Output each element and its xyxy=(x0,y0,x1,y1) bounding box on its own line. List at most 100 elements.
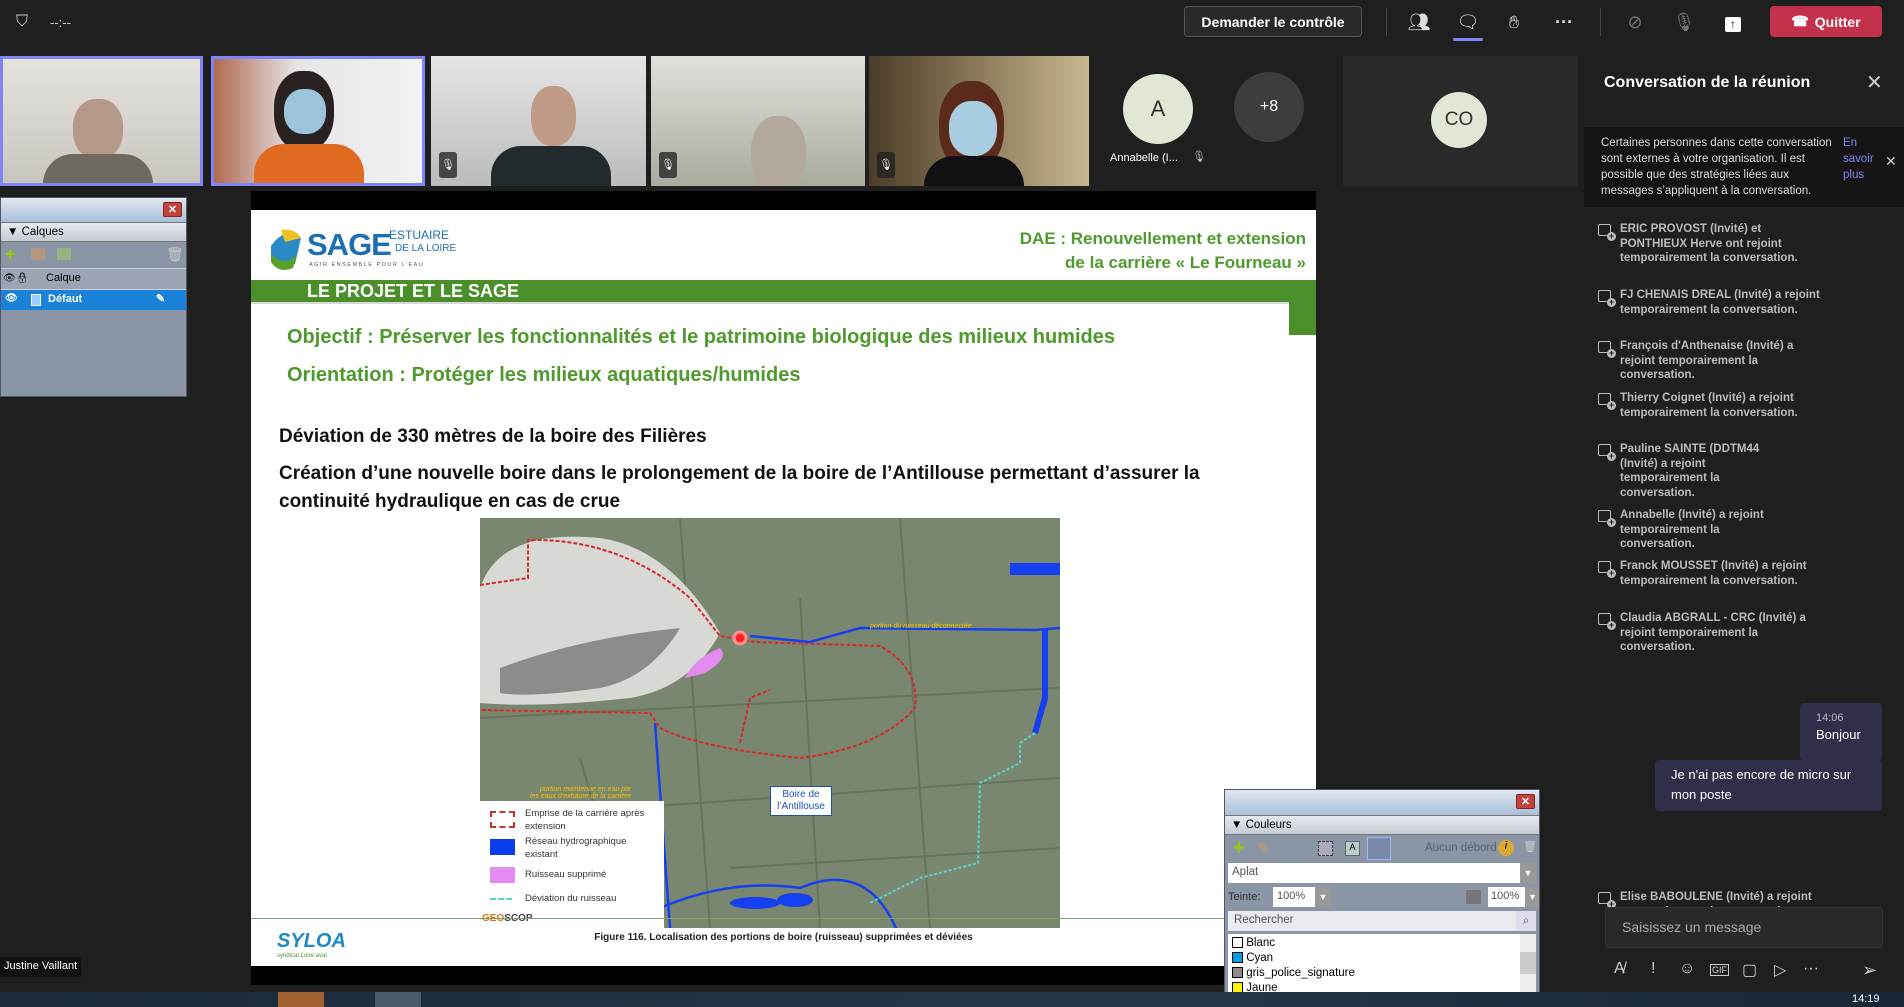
scrollbar[interactable] xyxy=(1520,934,1536,994)
logo-text: ESTUAIRE xyxy=(389,228,450,242)
overprint-label: Aucun débord xyxy=(1425,842,1497,854)
syloa-logo: SYLOA xyxy=(277,930,346,952)
logo-text: SAGE xyxy=(307,227,392,262)
system-message: Franck MOUSSET (Invité) a rejoint tempor… xyxy=(1598,559,1820,588)
taskbar-app[interactable] xyxy=(375,992,421,1007)
taskbar: 14:19 xyxy=(0,992,1904,1007)
more-icon[interactable]: ··· xyxy=(1551,10,1577,34)
tint-input[interactable]: 100% xyxy=(1273,887,1315,907)
add-swatch-icon[interactable]: + xyxy=(1233,837,1245,860)
presenter-name: Justine Vaillant xyxy=(0,957,82,977)
video-tile[interactable]: 🎙︎ xyxy=(651,56,865,186)
join-icon xyxy=(1598,510,1616,527)
slide-header: DAE : Renouvellement et extension de la c… xyxy=(1019,229,1306,272)
mic-off-icon: 🎙︎ xyxy=(877,152,895,178)
text-color-icon[interactable]: A xyxy=(1345,841,1360,856)
column-header: Calque xyxy=(46,272,81,284)
layers-panel: ✕ ▼ Calques + 🗑︎ 👁︎🔒︎ Calque 👁︎ Défaut ✎ xyxy=(0,197,187,397)
more-participants-button[interactable]: +8 xyxy=(1234,72,1304,142)
join-icon xyxy=(1598,290,1616,307)
logo-text: DE LA LOIRE xyxy=(395,243,457,254)
chevron-down-icon[interactable]: ▼ xyxy=(1315,887,1331,907)
swatch-item[interactable]: Cyan xyxy=(1232,951,1355,966)
merge-layer-icon[interactable] xyxy=(57,248,71,260)
gif-icon[interactable]: GIF xyxy=(1710,964,1729,976)
format-icon[interactable]: A̸ xyxy=(1614,960,1625,978)
swatch-list: Blanc Cyan gris_police_signature Jaune xyxy=(1228,934,1536,994)
map-label: portion du ruisseau déconnectée xyxy=(870,623,972,630)
video-tile[interactable]: CO xyxy=(1343,56,1578,186)
join-icon xyxy=(1598,224,1616,241)
learn-more-link[interactable]: En savoir plus xyxy=(1843,135,1877,183)
reactions-icon[interactable]: ✋︎ xyxy=(1501,10,1527,34)
info-icon[interactable]: i xyxy=(1498,840,1514,856)
video-tile[interactable]: 🎙︎ xyxy=(431,56,646,186)
join-icon xyxy=(1598,444,1616,461)
close-icon[interactable]: ✕ xyxy=(1516,794,1535,809)
search-icon: ⌕ xyxy=(1516,911,1536,931)
slide-title: LE PROJET ET LE SAGE xyxy=(307,281,520,301)
swatch-item[interactable]: gris_police_signature xyxy=(1232,966,1355,981)
avatar: CO xyxy=(1431,92,1487,148)
taskbar-app[interactable] xyxy=(278,992,324,1007)
pencil-icon[interactable]: ✎ xyxy=(1257,839,1270,857)
quit-button[interactable]: ☎︎ Quitter xyxy=(1770,6,1882,37)
trash-icon[interactable]: 🗑︎ xyxy=(166,246,184,263)
share-icon[interactable]: ↑ xyxy=(1720,10,1746,34)
send-icon[interactable]: ➢ xyxy=(1862,960,1877,981)
swatch-item[interactable]: Blanc xyxy=(1232,936,1355,951)
video-tile[interactable]: 🎙︎ xyxy=(869,56,1089,186)
people-icon[interactable]: 👥︎ xyxy=(1406,10,1432,34)
quit-label: Quitter xyxy=(1814,13,1861,30)
bullet-text: Déviation de 330 mètres de la boire des … xyxy=(279,426,707,447)
camera-off-icon[interactable]: ⊘ xyxy=(1622,10,1648,34)
syloa-logo-sub: syndicat Loire aval xyxy=(277,953,327,959)
important-icon[interactable]: ! xyxy=(1651,960,1655,978)
sticker-icon[interactable]: ▢ xyxy=(1742,960,1757,980)
meeting-chat-panel: Conversation de la réunion ✕ Certaines p… xyxy=(1584,56,1904,992)
meet-now-icon[interactable]: ▷ xyxy=(1774,960,1786,980)
emoji-icon[interactable]: ☺ xyxy=(1679,960,1695,978)
close-icon[interactable]: ✕ xyxy=(163,202,182,217)
panel-header[interactable]: ▼ Couleurs xyxy=(1225,815,1539,835)
avatar[interactable]: A xyxy=(1123,74,1193,144)
mic-off-icon: 🎙︎ xyxy=(439,152,457,178)
system-message: Claudia ABGRALL - CRC (Invité) a rejoint… xyxy=(1598,611,1820,655)
chevron-down-icon[interactable]: ▼ xyxy=(1525,887,1539,907)
map-figure: portion du ruisseau déconnectée portion … xyxy=(480,518,1060,928)
system-message: François d'Anthenaise (Invité) a rejoint… xyxy=(1598,339,1820,383)
panel-header[interactable]: ▼ Calques xyxy=(1,222,186,242)
duplicate-layer-icon[interactable] xyxy=(31,248,45,260)
chat-message[interactable]: Je n'ai pas encore de micro sur mon post… xyxy=(1655,760,1882,811)
map-label: portion maintenue en eau par les eaux d'e… xyxy=(530,786,632,800)
join-icon xyxy=(1598,892,1616,909)
trash-icon[interactable]: 🗑︎ xyxy=(1523,840,1537,853)
stroke-icon[interactable] xyxy=(1367,837,1391,860)
system-message: Thierry Coignet (Invité) a rejoint tempo… xyxy=(1598,391,1820,420)
eye-icon[interactable]: 👁︎ xyxy=(5,293,18,304)
add-layer-icon[interactable]: + xyxy=(5,244,16,265)
swatch-search-input[interactable]: Rechercher ⌕ xyxy=(1228,911,1536,931)
logo-text: AGIR ENSEMBLE POUR L'EAU xyxy=(309,262,425,268)
system-message: Annabelle (Invité) a rejoint temporairem… xyxy=(1598,508,1785,552)
request-control-button[interactable]: Demander le contrôle xyxy=(1184,6,1362,37)
video-tile[interactable] xyxy=(211,56,425,186)
swatches-panel: ✕ ▼ Couleurs + ✎ A Aucun débord i 🗑︎ Apl… xyxy=(1224,789,1540,1007)
objective-text: Objectif : Préserver les fonctionnalités… xyxy=(287,326,1115,348)
mic-off-icon[interactable]: 🎙︎ xyxy=(1671,10,1697,34)
video-tile[interactable] xyxy=(0,56,203,186)
layer-row[interactable]: 👁︎ Défaut ✎ xyxy=(1,290,186,310)
join-icon xyxy=(1598,341,1616,358)
join-icon xyxy=(1598,393,1616,410)
opacity-input[interactable]: 100% xyxy=(1488,887,1526,907)
tint-label: Teinte: xyxy=(1228,891,1261,903)
close-icon[interactable]: ✕ xyxy=(1866,70,1883,95)
more-icon[interactable]: ··· xyxy=(1803,960,1819,978)
close-icon[interactable]: ✕ xyxy=(1885,153,1897,169)
chat-message[interactable]: 14:06 Bonjour xyxy=(1800,703,1882,761)
swatch-type-select[interactable]: Aplat ▼ xyxy=(1228,863,1536,883)
fill-icon[interactable] xyxy=(1318,841,1333,856)
message-input[interactable]: Saisissez un message xyxy=(1605,907,1883,948)
chat-icon[interactable]: 🗨︎ xyxy=(1455,10,1481,34)
bullet-text: Création d’une nouvelle boire dans le pr… xyxy=(279,463,1200,512)
